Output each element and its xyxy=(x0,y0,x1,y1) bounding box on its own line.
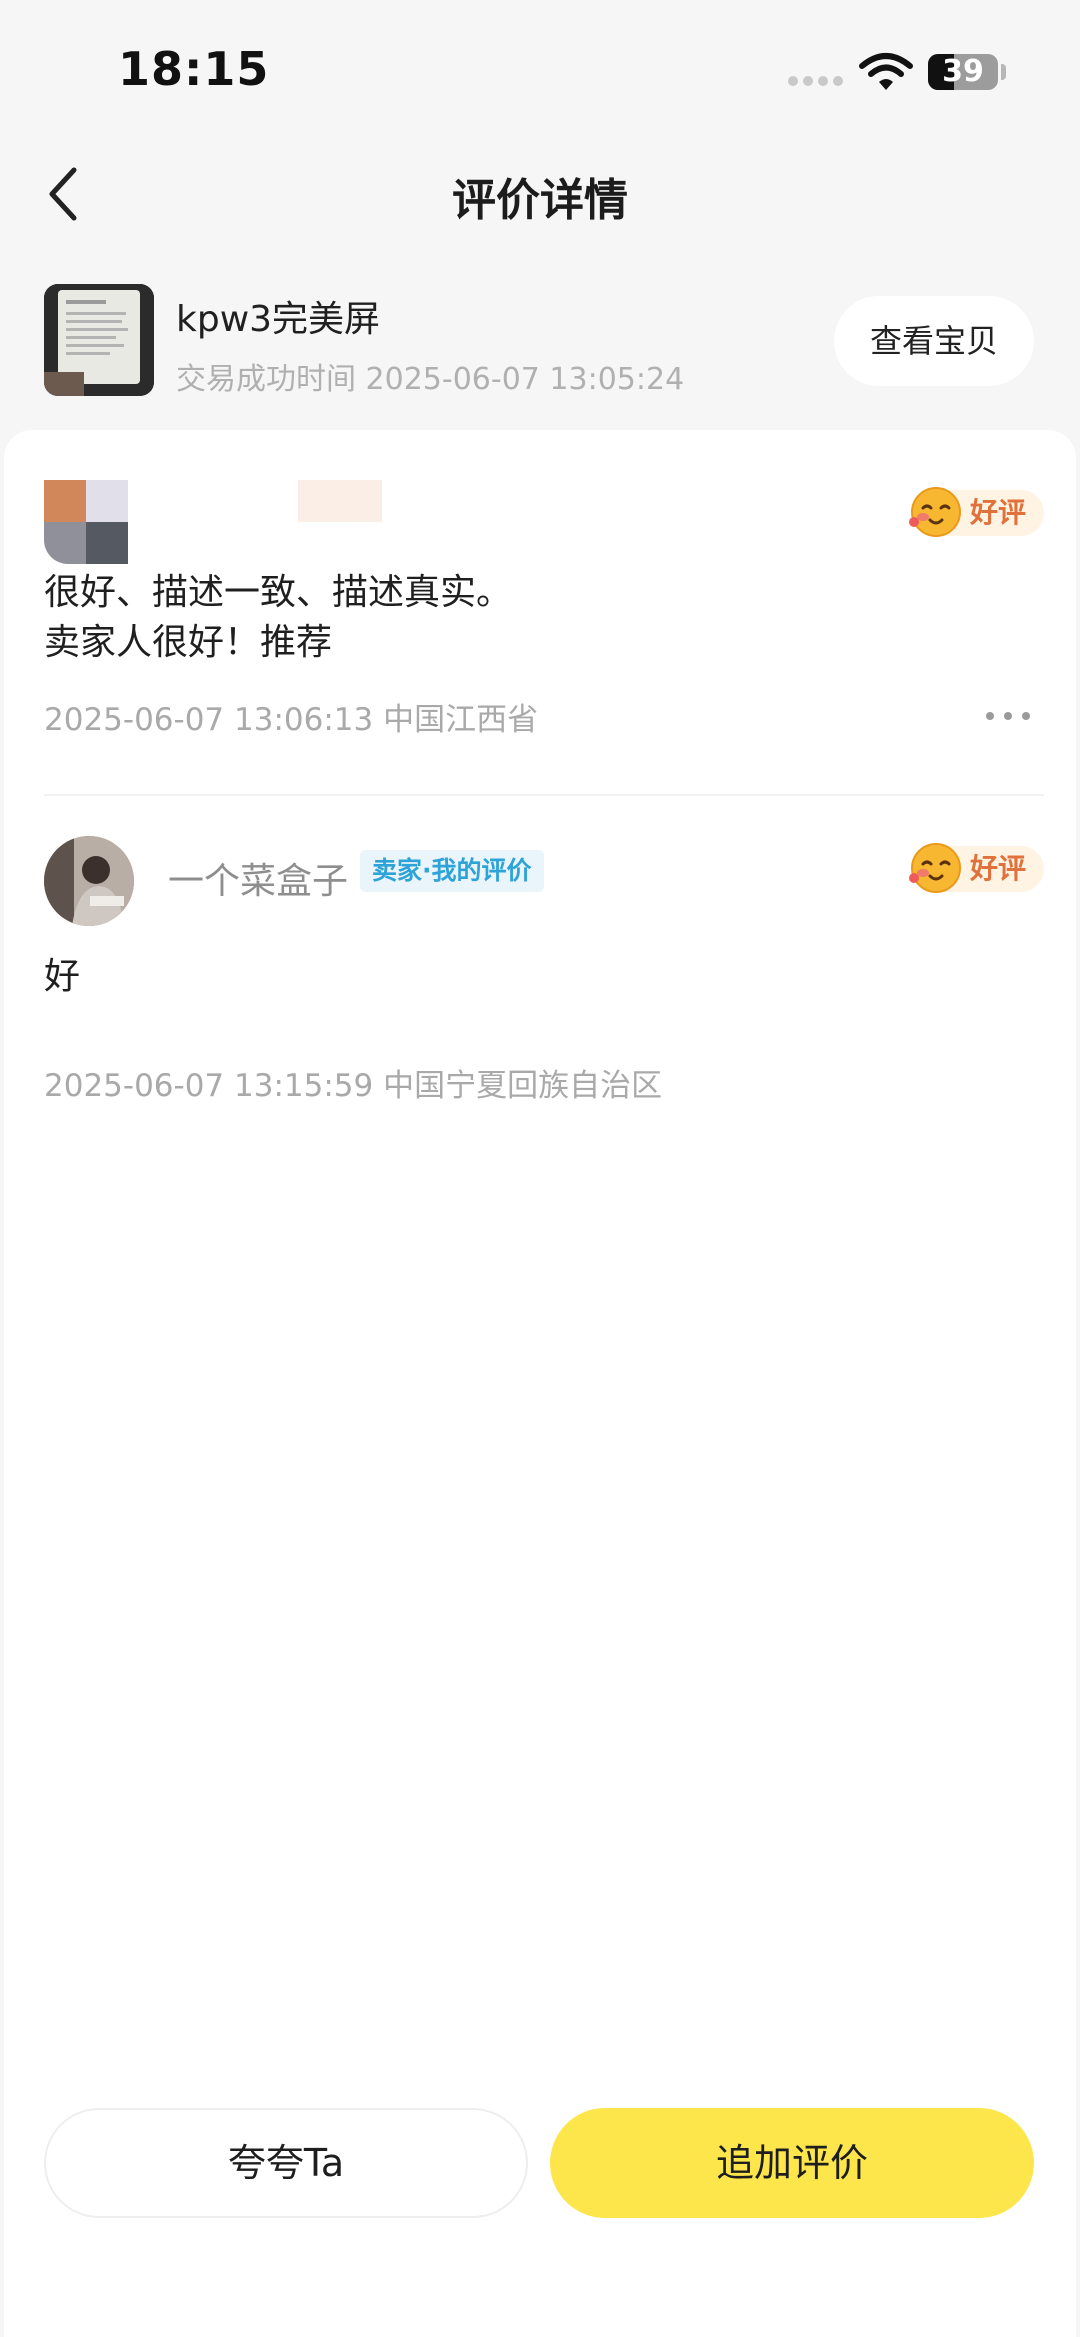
review-item: 一个菜盒子 卖家·我的评价 好评 好 2025-06-07 13:15:59 中… xyxy=(44,836,1044,1104)
rating-badge: 好评 xyxy=(909,843,1044,893)
divider xyxy=(44,794,1044,796)
review-time-location: 2025-06-07 13:06:13 中国江西省 xyxy=(44,702,539,738)
seller-my-review-tag: 卖家·我的评价 xyxy=(360,850,544,892)
bottom-action-bar: 夸夸Ta 追加评价 xyxy=(0,2100,1080,2220)
smiling-face-icon xyxy=(909,487,961,537)
product-card[interactable]: kpw3完美屏 交易成功时间 2025-06-07 13:05:24 查看宝贝 xyxy=(0,270,1080,420)
review-text: 很好、描述一致、描述真实。 卖家人很好！推荐 xyxy=(44,572,513,663)
reviewer-name-redacted xyxy=(298,480,382,522)
add-review-button[interactable]: 追加评价 xyxy=(550,2108,1034,2218)
ellipsis-icon xyxy=(986,712,994,720)
view-item-button[interactable]: 查看宝贝 xyxy=(834,296,1034,386)
avatar[interactable] xyxy=(44,480,128,564)
rating-badge: 好评 xyxy=(909,487,1044,537)
page-title: 评价详情 xyxy=(452,175,628,226)
more-options-button[interactable] xyxy=(986,706,1030,726)
product-title: kpw3完美屏 xyxy=(176,299,381,340)
rating-label: 好评 xyxy=(970,496,1027,529)
avatar[interactable] xyxy=(44,836,134,926)
status-time: 18:15 xyxy=(118,42,270,96)
battery-icon: 39 xyxy=(928,54,998,90)
smiling-face-icon xyxy=(909,843,961,893)
trade-success-time: 交易成功时间 2025-06-07 13:05:24 xyxy=(176,362,685,397)
wifi-icon xyxy=(858,52,914,96)
product-thumbnail xyxy=(44,284,154,396)
praise-button[interactable]: 夸夸Ta xyxy=(44,2108,528,2218)
review-time-location: 2025-06-07 13:15:59 中国宁夏回族自治区 xyxy=(44,1068,663,1104)
battery-cap xyxy=(1001,64,1006,80)
signal-icon xyxy=(788,76,844,88)
battery-level: 39 xyxy=(942,54,984,89)
review-item: 好评 很好、描述一致、描述真实。 卖家人很好！推荐 2025-06-07 13:… xyxy=(44,480,1044,780)
nav-bar: 评价详情 xyxy=(0,140,1080,250)
rating-label: 好评 xyxy=(970,852,1027,885)
status-bar: 18:15 39 xyxy=(0,0,1080,130)
review-text: 好 xyxy=(44,956,81,997)
reviewer-name[interactable]: 一个菜盒子 xyxy=(168,852,348,904)
review-panel: 好评 很好、描述一致、描述真实。 卖家人很好！推荐 2025-06-07 13:… xyxy=(4,430,1076,2337)
